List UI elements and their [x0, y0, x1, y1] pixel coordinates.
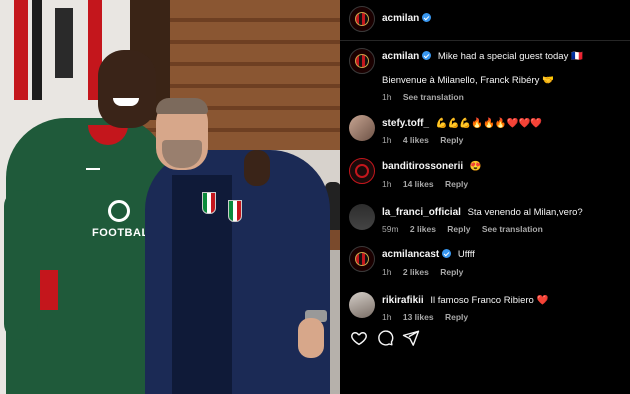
verified-icon	[422, 51, 432, 60]
comment-username[interactable]: banditirossonerii	[382, 161, 463, 172]
puma-logo	[86, 168, 100, 178]
comment-text: Sta venendo al Milan,vero?	[467, 207, 583, 218]
caption-username[interactable]: acmilan	[382, 51, 432, 62]
caption-line2: Bienvenue à Milanello, Franck Ribéry 🤝	[382, 75, 554, 86]
italy-badge	[228, 200, 242, 222]
share-icon[interactable]	[402, 329, 420, 347]
comment-text: Uffff	[457, 249, 475, 260]
likes-count[interactable]: 14 likes	[403, 179, 434, 189]
comment-text: 💪💪💪🔥🔥🔥❤️❤️❤️	[435, 118, 543, 129]
see-translation-link[interactable]: See translation	[482, 224, 543, 234]
verified-icon	[422, 13, 432, 22]
comment-username[interactable]: rikirafikii	[382, 295, 424, 306]
likes-count[interactable]: 13 likes	[403, 312, 434, 322]
comment-time: 1h	[382, 179, 392, 189]
avatar[interactable]	[349, 6, 375, 32]
reply-button[interactable]: Reply	[447, 224, 470, 234]
avatar[interactable]	[349, 292, 375, 318]
likes-count[interactable]: 2 likes	[403, 267, 429, 277]
milan-crest-icon	[354, 53, 370, 69]
avatar[interactable]	[349, 204, 375, 230]
see-translation-link[interactable]: See translation	[403, 92, 464, 102]
comment-username[interactable]: stefy.toff_	[382, 118, 429, 129]
reply-button[interactable]: Reply	[445, 312, 468, 322]
heart-icon[interactable]	[350, 329, 368, 347]
comments-panel: acmilan acmilan Mike had a special guest…	[340, 0, 630, 394]
avatar[interactable]	[349, 48, 375, 74]
milan-crest-icon	[354, 251, 370, 267]
comment-time: 1h	[382, 267, 392, 277]
comment-text: 😍	[469, 161, 482, 172]
caption-text: Mike had a special guest today 🇫🇷	[437, 51, 583, 62]
sponsor-logo	[108, 200, 130, 222]
reply-button[interactable]: Reply	[440, 135, 463, 145]
likes-count[interactable]: 4 likes	[403, 135, 429, 145]
header-username[interactable]: acmilan	[382, 13, 432, 24]
comment-username[interactable]: la_franci_official	[382, 207, 461, 218]
comment-text: Il famoso Franco Ribiero ❤️	[430, 295, 549, 306]
comment-time: 1h	[382, 312, 392, 322]
comment-time: 59m	[382, 224, 399, 234]
likes-count[interactable]: 2 likes	[410, 224, 436, 234]
reply-button[interactable]: Reply	[445, 179, 468, 189]
avatar[interactable]	[349, 158, 375, 184]
instagram-post: FOOTBALL acmilan acmilan Mike had a spec…	[0, 0, 630, 394]
caption-time: 1h	[382, 92, 392, 102]
avatar[interactable]	[349, 115, 375, 141]
comment-username[interactable]: acmilancast	[382, 249, 452, 260]
italy-badge	[202, 192, 216, 214]
milan-crest-icon	[354, 11, 370, 27]
reply-button[interactable]: Reply	[440, 267, 463, 277]
post-photo[interactable]: FOOTBALL	[0, 0, 340, 394]
post-header: acmilan	[340, 0, 630, 41]
avatar[interactable]	[349, 246, 375, 272]
verified-icon	[442, 249, 452, 258]
comment-time: 1h	[382, 135, 392, 145]
comment-icon[interactable]	[376, 329, 394, 347]
